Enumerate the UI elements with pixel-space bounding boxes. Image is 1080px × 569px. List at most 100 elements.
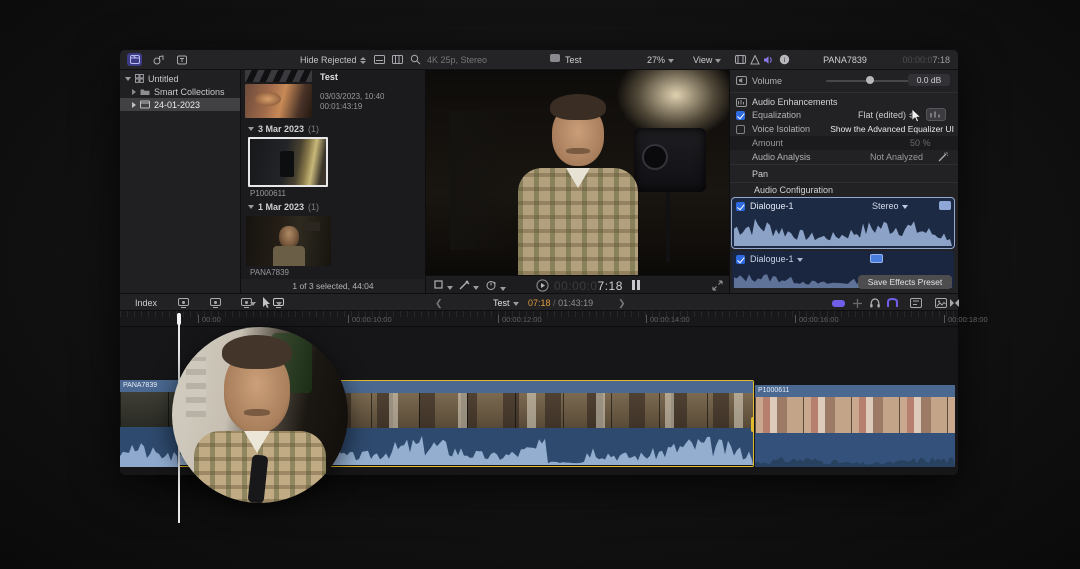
sidebar-item-event[interactable]: 24-01-2023	[120, 98, 240, 111]
library-sidebar-toggle-icon[interactable]	[127, 53, 142, 66]
color-inspector-icon[interactable]	[747, 53, 762, 66]
pause-bar-icon[interactable]	[632, 280, 635, 290]
prev-project-arrow[interactable]: ❮	[435, 298, 443, 309]
skimming-toggle-icon[interactable]	[832, 300, 845, 307]
event-icon	[140, 100, 150, 109]
play-button[interactable]	[536, 279, 549, 294]
clip-trim-handle[interactable]	[751, 417, 753, 432]
info-inspector-icon[interactable]: i	[777, 53, 792, 66]
select-tool-icon[interactable]	[262, 297, 271, 309]
folder-icon	[140, 89, 150, 95]
disclosure-open-icon[interactable]	[248, 205, 254, 209]
video-inspector-icon[interactable]	[733, 53, 748, 66]
voice-isolation-checkbox[interactable]	[736, 125, 745, 134]
whiteboard-notes	[186, 357, 206, 417]
index-button[interactable]: Index	[135, 298, 157, 308]
timeline-clip-p1000611[interactable]: P1000611	[755, 385, 955, 467]
edit-options-chevron-icon[interactable]	[250, 302, 256, 306]
volume-label: Volume	[752, 76, 783, 86]
equalization-popup[interactable]: Flat (edited)	[858, 110, 916, 120]
equalizer-tooltip: Show the Advanced Equalizer UI	[830, 124, 954, 134]
group-label: 1 Mar 2023	[258, 202, 305, 212]
disclosure-closed-icon[interactable]	[132, 101, 136, 108]
timeline-ruler[interactable]: 00:00 00:00:10:00 00:00:12:00 00:00:14:0…	[120, 311, 988, 327]
facecam-hair	[222, 335, 292, 369]
clip-filmstrip	[755, 397, 955, 433]
timeline-clip-pana7839[interactable]: PANA7839	[120, 380, 178, 467]
ruler-label: 00:00:10:00	[352, 315, 392, 324]
titles-generators-icon[interactable]	[175, 53, 190, 66]
media-browser-icon[interactable]	[151, 53, 166, 66]
browser-project-name[interactable]: Test	[320, 72, 338, 82]
browser-group-3mar[interactable]: 3 Mar 2023 (1)	[248, 124, 319, 134]
filmstrip-view-icon[interactable]	[390, 53, 405, 66]
project-thumbnail[interactable]	[245, 84, 312, 118]
camera-stand	[666, 192, 670, 262]
next-project-arrow[interactable]: ❯	[618, 298, 626, 309]
audio-inspector-icon[interactable]	[761, 53, 776, 66]
track-enable-checkbox[interactable]	[736, 255, 745, 264]
facecam-mustache	[244, 409, 270, 416]
viewer-view-menu[interactable]: View	[693, 55, 722, 65]
pause-bar-icon[interactable]	[637, 280, 640, 290]
disclosure-open-icon[interactable]	[248, 127, 254, 131]
camera-lens	[642, 144, 668, 170]
analyze-wand-icon[interactable]	[938, 152, 949, 162]
audio-track-dialogue1[interactable]: Dialogue-1 Stereo	[731, 197, 955, 249]
clip-appearance-icon[interactable]	[372, 53, 387, 66]
search-icon[interactable]	[408, 53, 423, 66]
project-duration: 00:01:43:19	[320, 102, 363, 111]
viewer-zoom-menu[interactable]: 27%	[647, 55, 675, 65]
mouse-cursor	[911, 108, 922, 123]
equalization-checkbox[interactable]	[736, 111, 745, 120]
sidebar-item-library[interactable]: Untitled	[120, 72, 240, 85]
person-hair	[550, 94, 606, 120]
role-badge-icon[interactable]	[939, 201, 951, 210]
snapping-toggle-icon[interactable]	[886, 298, 899, 308]
browser-clip-p1000611[interactable]	[248, 137, 328, 187]
audio-skimming-toggle-icon[interactable]	[852, 298, 863, 309]
background-shadow	[450, 110, 510, 250]
advanced-equalizer-button[interactable]	[926, 108, 946, 121]
clip-filename: P1000611	[250, 189, 286, 198]
pan-header: Pan	[752, 169, 769, 179]
project-clip-icon	[550, 54, 560, 62]
volume-section-icon	[736, 76, 747, 85]
browser-clip-pana7839[interactable]	[246, 216, 331, 266]
volume-value[interactable]: 0.0 dB	[908, 74, 950, 86]
solo-headphones-icon[interactable]	[869, 297, 881, 309]
viewer-format-info: 4K 25p, Stereo	[427, 55, 488, 65]
clip-audio	[755, 433, 955, 467]
transitions-browser-icon[interactable]	[949, 298, 960, 308]
sidebar-item-smart-collections[interactable]: Smart Collections	[120, 85, 240, 98]
media-browser-icon[interactable]	[935, 298, 947, 308]
insert-edit-icon[interactable]	[209, 298, 221, 308]
tool-options-chevron-icon[interactable]	[276, 302, 282, 306]
browser-group-1mar[interactable]: 1 Mar 2023 (1)	[248, 202, 319, 212]
audio-enhancements-header: Audio Enhancements	[752, 97, 838, 107]
effects-tool-menu[interactable]	[459, 280, 479, 292]
viewer-video[interactable]	[426, 70, 729, 275]
viewer-project-name: Test	[565, 55, 582, 65]
crop-tool-menu[interactable]	[434, 280, 453, 292]
ruler-label: 00:00:12:00	[502, 315, 542, 324]
component-badge-icon[interactable]	[870, 254, 883, 263]
timeline-toolbar: Index ❮ Test 07:18 / 01:43:19 ❯	[120, 293, 960, 311]
effects-browser-icon[interactable]	[910, 298, 922, 308]
disclosure-open-icon[interactable]	[125, 76, 131, 81]
disclosure-closed-icon[interactable]	[132, 88, 136, 95]
equalization-label: Equalization	[752, 110, 802, 120]
save-effects-preset-button[interactable]: Save Effects Preset	[858, 275, 952, 289]
hide-rejected-filter[interactable]: Hide Rejected	[300, 55, 366, 65]
track-enable-checkbox[interactable]	[736, 202, 745, 211]
audio-inspector-panel: Volume 0.0 dB Audio Enhancements Equaliz…	[730, 70, 958, 293]
retime-tool-menu[interactable]	[486, 280, 506, 293]
track-channels-popup[interactable]: Stereo	[872, 201, 908, 211]
track-name[interactable]: Dialogue-1	[750, 254, 803, 264]
ruler-label: 00:00	[202, 315, 221, 324]
person-mustache	[566, 148, 590, 154]
timeline-project-menu[interactable]: Test	[493, 298, 519, 308]
connect-edit-icon[interactable]	[178, 298, 189, 308]
fullscreen-icon[interactable]	[712, 280, 723, 293]
volume-slider-handle[interactable]	[866, 76, 874, 84]
